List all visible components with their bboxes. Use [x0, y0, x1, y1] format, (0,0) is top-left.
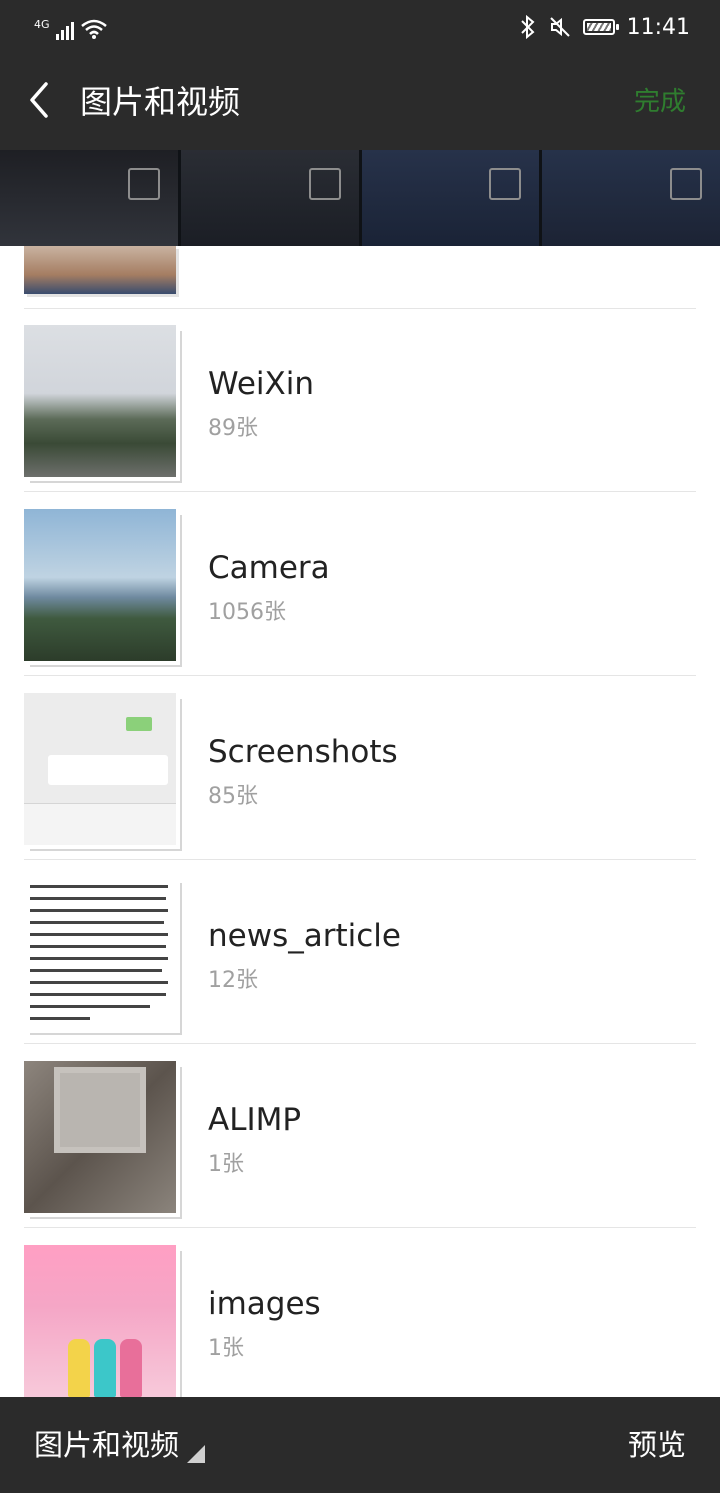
album-name: WeiXin	[208, 366, 315, 402]
album-count: 89张	[208, 416, 258, 441]
signal-icon	[55, 22, 74, 40]
album-name: Screenshots	[208, 734, 398, 770]
page-title: 图片和视频	[80, 83, 241, 121]
ceiling-light-shape	[54, 1067, 146, 1153]
photo-thumbnail[interactable]	[0, 150, 178, 246]
photo-thumbnail[interactable]	[361, 150, 540, 246]
album-item-screenshots[interactable]: Screenshots 85张	[24, 676, 696, 860]
album-cover	[24, 1245, 176, 1397]
back-arrow-icon[interactable]	[22, 80, 62, 120]
album-name: ALIMP	[208, 1102, 302, 1138]
photo-thumbnail[interactable]	[542, 150, 720, 246]
album-selector-button[interactable]: 图片和视频	[34, 1425, 206, 1465]
album-cover	[24, 509, 176, 661]
photo-thumbnail[interactable]	[180, 150, 359, 246]
album-list: WeiXin 89张 Camera 1056张 Screenshots 85张	[0, 246, 720, 1397]
album-item-alimp[interactable]: ALIMP 1张	[24, 1044, 696, 1228]
album-item-weixin[interactable]: WeiXin 89张	[24, 308, 696, 492]
bottom-bar: 图片和视频 预览	[0, 1397, 720, 1493]
album-item-partial[interactable]	[24, 246, 696, 309]
album-cover	[24, 877, 176, 1029]
album-selector-label: 图片和视频	[34, 1428, 180, 1462]
bluetooth-icon	[520, 15, 535, 39]
album-name: news_article	[208, 918, 401, 954]
checkbox-icon[interactable]	[670, 168, 702, 200]
album-cover	[24, 693, 176, 845]
album-name: Camera	[208, 550, 330, 586]
album-name: images	[208, 1286, 321, 1322]
album-cover	[24, 246, 176, 294]
checkbox-icon[interactable]	[489, 168, 522, 200]
checkbox-icon[interactable]	[308, 168, 341, 200]
checkbox-icon[interactable]	[127, 168, 160, 200]
preview-button[interactable]: 预览	[628, 1425, 686, 1465]
album-count: 1张	[208, 1152, 244, 1177]
network-type: 4G	[34, 18, 50, 31]
chat-message	[48, 755, 168, 785]
mute-icon	[549, 17, 570, 37]
triangle-corner-icon	[187, 1445, 206, 1463]
album-count: 85张	[208, 784, 258, 809]
battery-icon	[582, 19, 619, 35]
status-bar: 4G 11:41	[0, 0, 720, 52]
album-item-camera[interactable]: Camera 1056张	[24, 492, 696, 676]
album-count: 1056张	[208, 600, 286, 625]
status-bar-right: 11:41	[519, 12, 690, 42]
album-count: 1张	[208, 1336, 244, 1361]
album-cover	[24, 1061, 176, 1213]
album-item-images[interactable]: images 1张	[24, 1228, 696, 1397]
photo-strip	[0, 150, 720, 246]
keyboard	[24, 803, 176, 845]
chat-bubble	[126, 717, 152, 731]
album-count: 12张	[208, 968, 258, 993]
title-bar: 图片和视频 完成	[0, 52, 720, 150]
clock: 11:41	[626, 14, 690, 40]
album-cover	[24, 325, 176, 477]
done-button[interactable]: 完成	[634, 84, 686, 120]
status-bar-left: 4G	[34, 12, 108, 40]
album-item-news-article[interactable]: news_article 12张	[24, 860, 696, 1044]
wifi-icon	[80, 19, 107, 39]
